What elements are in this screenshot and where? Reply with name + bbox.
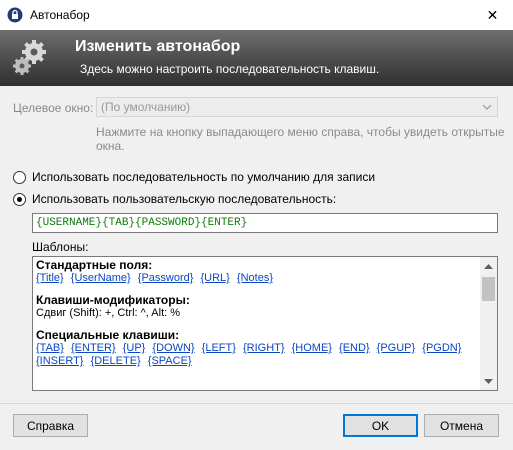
- template-key-link[interactable]: {RIGHT}: [243, 342, 285, 354]
- help-button[interactable]: Справка: [13, 414, 88, 437]
- modifiers-header: Клавиши-модификаторы:: [36, 293, 190, 307]
- template-field-link[interactable]: {URL}: [201, 272, 230, 284]
- template-key-link[interactable]: {TAB}: [36, 342, 64, 354]
- custom-sequence-radio[interactable]: [13, 193, 26, 206]
- modifiers-text: Сдвиг (Shift): +, Ctrl: ^, Alt: %: [36, 307, 181, 319]
- template-key-link[interactable]: {DELETE}: [91, 355, 141, 367]
- custom-sequence-label[interactable]: Использовать пользовательскую последоват…: [32, 192, 336, 206]
- template-key-link[interactable]: {INSERT}: [36, 355, 84, 367]
- template-field-link[interactable]: {UserName}: [71, 272, 131, 284]
- special-keys-header: Специальные клавиши:: [36, 328, 180, 342]
- templates-content: Стандартные поля: {Title} {UserName} {Pa…: [36, 259, 476, 368]
- target-window-value: (По умолчанию): [101, 100, 191, 114]
- template-key-link[interactable]: {UP}: [123, 342, 146, 354]
- standard-fields-header: Стандартные поля:: [36, 258, 153, 272]
- target-window-hint: Нажмите на кнопку выпадающего меню справ…: [96, 125, 505, 153]
- header-banner: Изменить автонабор Здесь можно настроить…: [0, 30, 513, 86]
- target-window-select[interactable]: (По умолчанию): [96, 97, 498, 117]
- target-window-label: Целевое окно:: [13, 101, 94, 115]
- scroll-thumb[interactable]: [482, 277, 495, 301]
- special-keys-list: {TAB} {ENTER} {UP} {DOWN} {LEFT} {RIGHT}…: [36, 342, 476, 368]
- scroll-down-arrow-icon[interactable]: [480, 373, 497, 390]
- standard-fields-list: {Title} {UserName} {Password} {URL} {Not…: [36, 272, 476, 285]
- template-key-link[interactable]: {ENTER}: [71, 342, 116, 354]
- gears-icon: [10, 38, 54, 78]
- template-field-link[interactable]: {Password}: [138, 272, 194, 284]
- close-button[interactable]: ✕: [472, 0, 513, 30]
- default-sequence-label[interactable]: Использовать последовательность по умолч…: [32, 170, 375, 184]
- template-key-link[interactable]: {PGDN}: [422, 342, 461, 354]
- ok-button[interactable]: OK: [343, 414, 418, 437]
- template-field-link[interactable]: {Notes}: [237, 272, 273, 284]
- template-key-link[interactable]: {LEFT}: [202, 342, 236, 354]
- template-key-link[interactable]: {SPACE}: [148, 355, 192, 367]
- template-key-link[interactable]: {DOWN}: [152, 342, 194, 354]
- template-key-link[interactable]: {HOME}: [292, 342, 332, 354]
- template-field-link[interactable]: {Title}: [36, 272, 64, 284]
- cancel-button[interactable]: Отмена: [424, 414, 499, 437]
- templates-scrollbar[interactable]: [480, 257, 497, 390]
- sequence-value: {USERNAME}{TAB}{PASSWORD}{ENTER}: [36, 217, 248, 229]
- title-bar: Автонабор ✕: [0, 0, 513, 31]
- sequence-input[interactable]: {USERNAME}{TAB}{PASSWORD}{ENTER}: [32, 213, 498, 233]
- banner-title: Изменить автонабор: [75, 38, 241, 55]
- footer-divider: [0, 403, 513, 404]
- default-sequence-radio[interactable]: [13, 171, 26, 184]
- templates-label: Шаблоны:: [32, 240, 89, 254]
- template-key-link[interactable]: {PGUP}: [377, 342, 416, 354]
- banner-subtitle: Здесь можно настроить последовательность…: [80, 62, 380, 76]
- lock-icon: [7, 7, 23, 23]
- template-key-link[interactable]: {END}: [339, 342, 370, 354]
- templates-box: Стандартные поля: {Title} {UserName} {Pa…: [32, 256, 498, 391]
- window-title: Автонабор: [30, 8, 90, 22]
- scroll-up-arrow-icon[interactable]: [480, 257, 497, 274]
- close-icon: ✕: [486, 6, 499, 23]
- chevron-down-icon: [481, 101, 493, 116]
